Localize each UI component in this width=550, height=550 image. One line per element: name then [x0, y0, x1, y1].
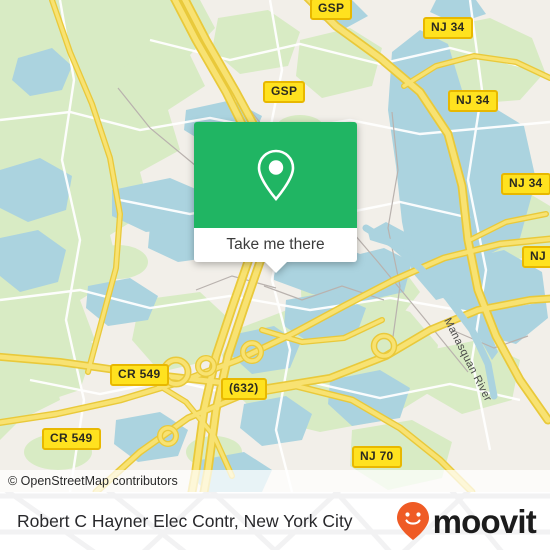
- popup-tail: [265, 262, 287, 273]
- footer-bar: Robert C Hayner Elec Contr, New York Cit…: [0, 492, 550, 550]
- map-canvas[interactable]: Manasquan River GSP NJ 34 GSP NJ 34 NJ 3…: [0, 0, 550, 492]
- popup-action-bar[interactable]: Take me there: [194, 228, 357, 262]
- shield-nj70[interactable]: NJ 70: [352, 446, 402, 468]
- place-title: Robert C Hayner Elec Contr, New York Cit…: [17, 511, 353, 531]
- shield-gsp-top[interactable]: GSP: [310, 0, 353, 20]
- take-me-there-label: Take me there: [226, 236, 325, 253]
- shield-nj34-right[interactable]: NJ 34: [501, 173, 550, 195]
- shield-gsp-second[interactable]: GSP: [263, 81, 306, 103]
- osm-attribution[interactable]: © OpenStreetMap contributors: [0, 470, 550, 492]
- moovit-map-screenshot: Manasquan River GSP NJ 34 GSP NJ 34 NJ 3…: [0, 0, 550, 550]
- take-me-there-popup[interactable]: Take me there: [194, 122, 357, 273]
- map-pin-icon: [257, 149, 294, 201]
- popup-header: [194, 122, 357, 228]
- shield-632[interactable]: (632): [221, 378, 267, 400]
- moovit-logo[interactable]: moovit: [396, 492, 537, 550]
- shield-cr549-low[interactable]: CR 549: [42, 428, 101, 450]
- shield-nj34-edge[interactable]: NJ 3: [522, 246, 550, 268]
- shield-nj34-second[interactable]: NJ 34: [448, 90, 498, 112]
- moovit-pin-icon: [396, 502, 429, 540]
- shield-nj34-top[interactable]: NJ 34: [423, 17, 473, 39]
- moovit-wordmark: moovit: [432, 502, 537, 540]
- shield-cr549-mid[interactable]: CR 549: [110, 364, 169, 386]
